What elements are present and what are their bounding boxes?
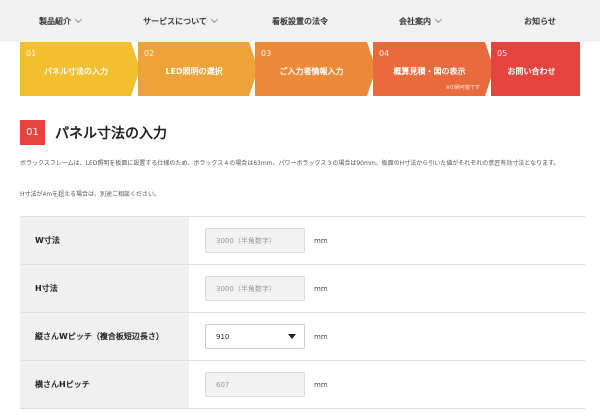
step-estimate[interactable]: 04 概算見積・図の表示 ※印刷可能です (373, 42, 494, 96)
height-field-cell: 3000（半角数字） mm (189, 265, 585, 312)
step-number: 02 (144, 49, 155, 58)
w-pitch-select[interactable]: 910 (205, 324, 305, 349)
nav-item-regulations[interactable]: 看板設置の法令 (240, 0, 360, 42)
step-panel-size[interactable]: 01 パネル寸法の入力 (20, 42, 140, 96)
w-pitch-field-cell: 910 mm (189, 313, 585, 360)
height-label: H寸法 (20, 265, 189, 312)
nav-item-services[interactable]: サービスについて (120, 0, 240, 42)
height-input[interactable]: 3000（半角数字） (205, 276, 305, 301)
unit-label: mm (314, 380, 328, 389)
width-input[interactable]: 3000（半角数字） (205, 228, 305, 253)
unit-label: mm (314, 332, 328, 341)
step-number: 03 (261, 49, 272, 58)
nav-item-label: 看板設置の法令 (272, 16, 328, 26)
step-contact[interactable]: 05 お問い合わせ (491, 42, 580, 96)
nav-item-label: 会社案内 (399, 16, 431, 26)
step-note: ※印刷可能です (445, 85, 480, 91)
description-note: H寸法が4mを超える場合は、別途ご相談ください。 (20, 191, 160, 198)
step-led-selection[interactable]: 02 LED照明の選択 (138, 42, 258, 96)
w-pitch-label: 縦さんWピッチ（複合板短辺長さ） (20, 313, 189, 360)
form-row-h-pitch: 横さんHピッチ 607 mm (20, 361, 585, 409)
step-label: ご入力者情報入力 (279, 67, 344, 76)
step-number: 05 (497, 49, 508, 58)
width-field-cell: 3000（半角数字） mm (189, 217, 585, 264)
form-row-w-pitch: 縦さんWピッチ（複合板短辺長さ） 910 mm (20, 313, 585, 361)
section-number-badge: 01 (20, 120, 45, 145)
chevron-down-icon (434, 15, 443, 24)
section-heading: 01 パネル寸法の入力 (20, 120, 167, 145)
width-label: W寸法 (20, 217, 189, 264)
form-row-width: W寸法 3000（半角数字） mm (20, 217, 585, 265)
nav-item-company[interactable]: 会社案内 (360, 0, 480, 42)
h-pitch-label: 横さんHピッチ (20, 361, 189, 408)
step-label: お問い合わせ (507, 67, 556, 76)
step-user-info[interactable]: 03 ご入力者情報入力 (255, 42, 376, 96)
unit-label: mm (314, 284, 328, 293)
panel-size-form: W寸法 3000（半角数字） mm H寸法 3000（半角数字） mm 縦さんW… (20, 216, 585, 409)
step-label: 概算見積・図の表示 (393, 67, 466, 76)
chevron-down-icon (210, 15, 218, 24)
nav-item-products[interactable]: 製品紹介 (0, 0, 120, 42)
unit-label: mm (314, 236, 328, 245)
form-row-height: H寸法 3000（半角数字） mm (20, 265, 585, 313)
step-number: 04 (379, 49, 390, 58)
step-label: パネル寸法の入力 (44, 67, 108, 76)
w-pitch-selected-value: 910 (216, 332, 230, 341)
section-title: パネル寸法の入力 (55, 125, 167, 142)
nav-item-label: 製品紹介 (39, 16, 71, 26)
description-text: ボラックスフレームは、LED照明を板面に設置する仕様のため、ボラックス４の場合は… (20, 160, 560, 167)
nav-item-news[interactable]: お知らせ (480, 0, 600, 42)
h-pitch-input[interactable]: 607 (205, 372, 305, 397)
step-label: LED照明の選択 (165, 67, 223, 76)
caret-down-icon (288, 334, 296, 339)
nav-item-label: お知らせ (524, 16, 556, 26)
top-navigation: 製品紹介 サービスについて 看板設置の法令 会社案内 お知らせ (0, 0, 600, 42)
step-number: 01 (26, 49, 37, 58)
chevron-down-icon (74, 15, 83, 24)
nav-item-label: サービスについて (143, 16, 207, 26)
step-progress-bar: 01 パネル寸法の入力 02 LED照明の選択 03 ご入力者情報入力 04 概… (20, 42, 580, 96)
h-pitch-field-cell: 607 mm (189, 361, 585, 408)
